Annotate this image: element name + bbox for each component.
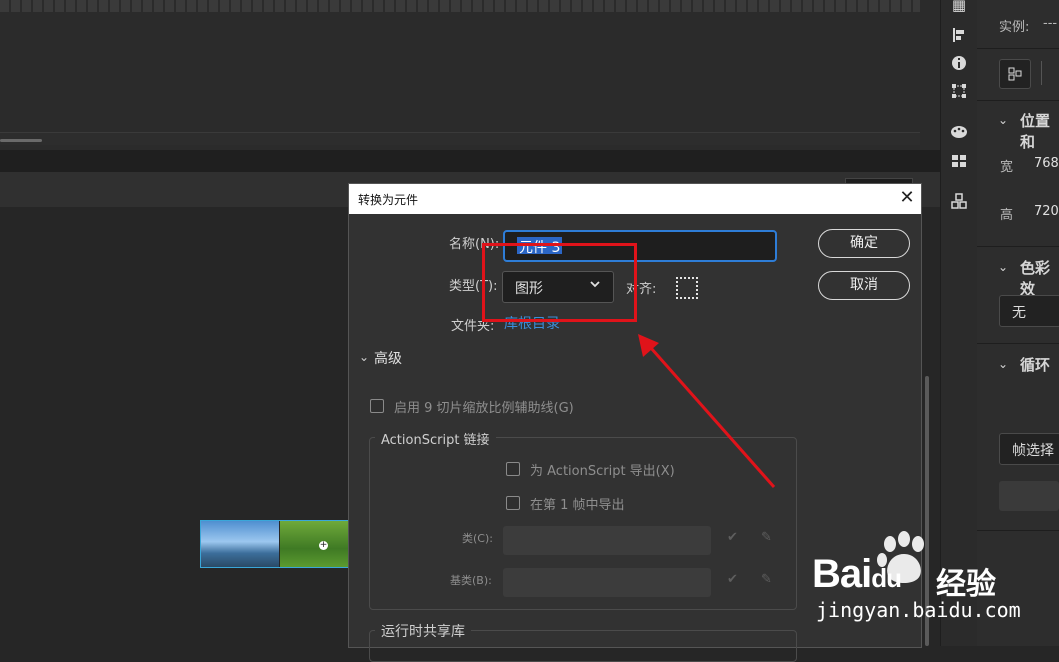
baidu-jingyan-watermark: Baidu 经验 jingyan.baidu.com bbox=[812, 530, 1059, 646]
watermark-brand-latin: Bai bbox=[812, 552, 872, 596]
watermark-brand-du: du bbox=[871, 563, 902, 593]
watermark-url: jingyan.baidu.com bbox=[816, 598, 1021, 622]
watermark-brand-cn: 经验 bbox=[936, 567, 996, 602]
watermark-brand: Baidu bbox=[812, 552, 902, 597]
